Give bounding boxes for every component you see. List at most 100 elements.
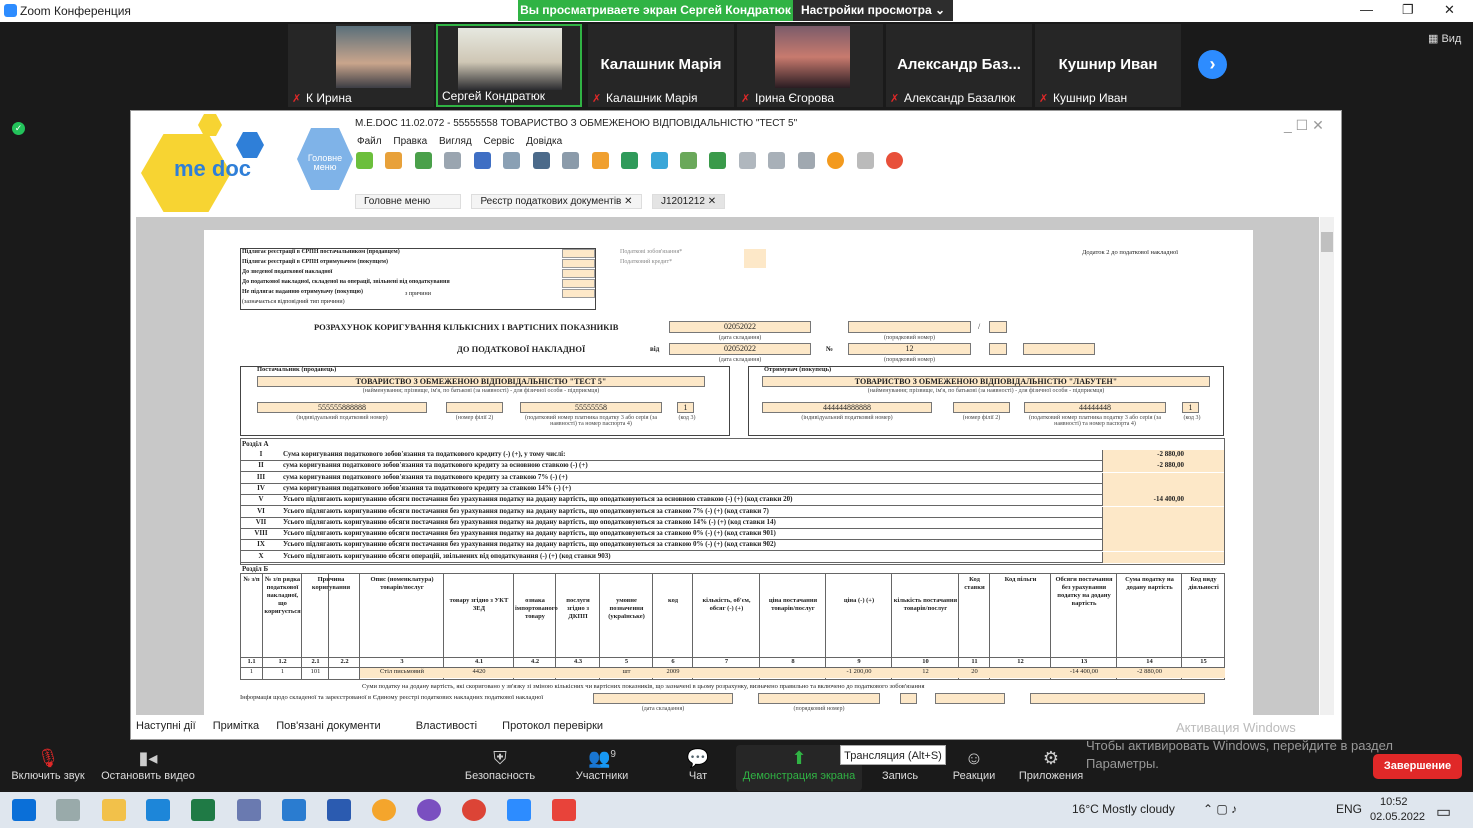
tab-home[interactable]: Головне меню [355,194,461,209]
add-icon[interactable] [356,152,373,169]
participant-tile[interactable]: Калашник Марія ✗ Калашник Марія [588,24,734,107]
approve-icon[interactable] [679,152,697,169]
row-value-field[interactable] [1102,529,1224,541]
row-value-field[interactable] [1102,517,1224,529]
buyer-ipn-field[interactable]: 444444888888 [762,402,932,413]
vertical-scrollbar[interactable] [1320,217,1334,715]
table-cell[interactable]: 4420 [444,668,514,678]
row-value-field[interactable] [1102,540,1224,552]
tools-icon[interactable] [444,152,462,169]
network-icon[interactable] [856,152,874,169]
notifications-icon[interactable]: ▭ [1436,802,1451,822]
close-icon[interactable]: ✕ [708,196,716,207]
reactions-button[interactable]: ☺ Реакции [950,748,998,788]
participant-tile[interactable]: Кушнир Иван ✗ Кушнир Иван [1035,24,1181,107]
help-icon[interactable] [827,152,845,169]
tab-next-actions[interactable]: Наступні дії [136,720,196,732]
number-suffix-field[interactable] [989,321,1007,333]
buyer-code-field[interactable]: 44444448 [1024,402,1166,413]
date-field[interactable]: 02052022 [669,321,811,333]
table-cell[interactable]: -2 880,00 [1117,668,1182,678]
table-cell[interactable] [514,668,556,678]
end-meeting-button[interactable]: Завершение [1373,754,1462,779]
buyer-name-field[interactable]: ТОВАРИСТВО З ОБМЕЖЕНОЮ ВІДПОВІДАЛЬНІСТЮ … [762,376,1210,387]
close-icon[interactable]: ✕ [624,196,632,207]
delete-icon[interactable] [385,152,403,169]
number-field[interactable] [848,321,971,333]
tax-invoice-date-field[interactable]: 02052022 [669,343,811,355]
task-view-icon[interactable] [56,799,80,821]
row-value-field[interactable]: -2 880,00 [1102,450,1224,461]
table-cell[interactable]: шт [600,668,653,678]
language-indicator[interactable]: ENG [1336,802,1362,816]
registration-number-field[interactable] [1030,693,1205,704]
apps-button[interactable]: ⚙ Приложения [1016,748,1086,788]
table-cell[interactable] [329,668,360,678]
row-value-field[interactable]: -14 400,00 [1102,495,1224,507]
video-button[interactable]: ▮◂ Остановить видео [100,748,196,788]
table-cell[interactable]: 2009 [653,668,693,678]
file-explorer-icon[interactable] [102,799,126,821]
table-cell[interactable]: 12 [892,668,959,678]
supplier-code-field[interactable]: 55555558 [520,402,662,413]
sign-icon[interactable] [621,152,639,169]
tab-document[interactable]: J1201212 ✕ [651,194,726,209]
view-button[interactable]: ▦ Вид [1428,32,1461,45]
branch-field[interactable] [1023,343,1095,355]
menu-edit[interactable]: Правка [393,136,427,147]
medoc-window-controls[interactable]: _ ☐ ✕ [1284,117,1324,134]
excel-icon[interactable] [191,799,215,821]
table-cell[interactable]: 1 [240,668,263,678]
menu-view[interactable]: Вигляд [439,136,472,147]
table-cell[interactable]: Стіл письмовий [360,668,444,678]
participant-tile[interactable]: Александр Баз... ✗ Александр Базалюк [886,24,1032,107]
chat-icon[interactable] [886,152,904,169]
row-value-field[interactable] [1102,483,1224,495]
table-cell[interactable]: 101 [302,668,329,678]
mail-icon[interactable] [282,799,306,821]
tab-properties[interactable]: Властивості [416,720,477,732]
gear-icon[interactable] [797,152,815,169]
app-icon[interactable] [237,799,261,821]
close-button[interactable]: ✕ [1444,2,1455,18]
preview-icon[interactable] [503,152,521,169]
table-cell[interactable]: 1 [263,668,302,678]
weather[interactable]: 16°C Mostly cloudy [1072,802,1175,816]
table-cell[interactable] [760,668,826,678]
participant-tile[interactable]: ✗ Ірина Єгорова [737,24,883,107]
table-cell[interactable] [693,668,760,678]
participants-button[interactable]: 👥9 Участники [572,748,632,788]
row-value-field[interactable] [1102,551,1224,563]
start-icon[interactable] [12,799,36,821]
maximize-button[interactable]: ❐ [1402,2,1414,18]
minimize-button[interactable]: — [1360,2,1373,17]
mail-icon[interactable] [591,152,609,169]
registered-suffix-field[interactable] [900,693,917,704]
supplier-k3-field[interactable]: 1 [677,402,694,413]
table-cell[interactable]: -1 200,00 [826,668,892,678]
registration-checkbox[interactable] [562,249,595,258]
registered-number-field[interactable] [758,693,880,704]
attach-icon[interactable] [650,152,668,169]
security-button[interactable]: ⛨ Безопасность [464,748,536,788]
viber-icon[interactable] [417,799,441,821]
number-suffix-field[interactable] [989,343,1007,355]
participant-tile[interactable]: ✗ К Ирина [288,24,434,107]
table-cell[interactable]: 20 [959,668,990,678]
clock-time[interactable]: 10:52 [1380,796,1408,808]
tax-invoice-number-field[interactable]: 12 [848,343,971,355]
browser-icon[interactable] [372,799,396,821]
supplier-ipn-field[interactable]: 555555888888 [257,402,427,413]
registration-checkbox[interactable] [562,269,595,278]
registered-branch-field[interactable] [935,693,1005,704]
tax-type-field[interactable] [744,249,766,268]
supplier-branch-field[interactable] [446,402,503,413]
record-button[interactable]: Запись [878,770,922,788]
tab-check-log[interactable]: Протокол перевірки [502,720,603,732]
chat-button[interactable]: 💬 Чат [682,748,714,788]
chrome-icon[interactable] [462,799,486,821]
anydesk-icon[interactable] [552,799,576,821]
registration-checkbox[interactable] [562,279,595,288]
next-page-arrow-icon[interactable]: › [1198,50,1227,79]
registered-date-field[interactable] [593,693,733,704]
